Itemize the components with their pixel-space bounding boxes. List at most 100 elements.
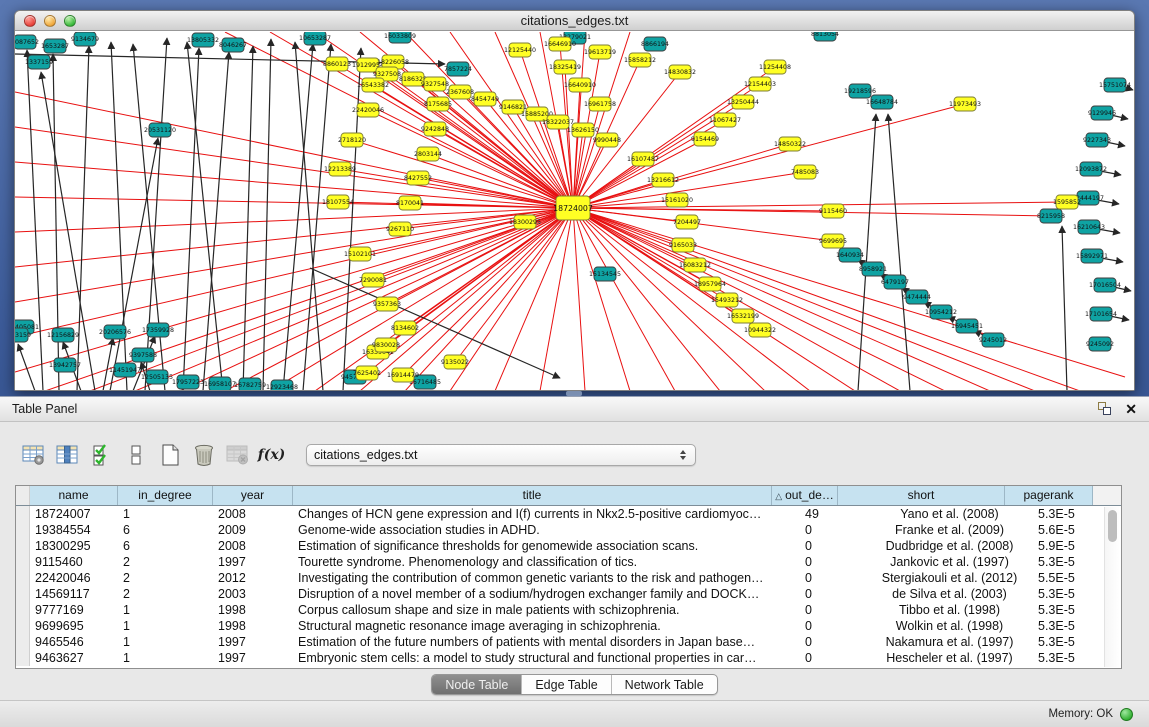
network-node[interactable]: 12213389 xyxy=(324,162,356,176)
network-node[interactable]: 18300295 xyxy=(509,215,541,229)
rows-icon[interactable] xyxy=(122,442,149,469)
table-row[interactable]: 946554611997Estimation of the future num… xyxy=(16,634,1121,650)
network-node[interactable]: 12154403 xyxy=(744,77,776,91)
network-node[interactable]: 8860123 xyxy=(323,57,351,71)
network-node[interactable]: 15858212 xyxy=(624,53,656,67)
table-row[interactable]: 1456911722003Disruption of a novel membe… xyxy=(16,586,1121,602)
network-node[interactable]: 16640910 xyxy=(564,78,596,92)
table-row[interactable]: 977716911998Corpus callosum shape and si… xyxy=(16,602,1121,618)
delete-icon[interactable] xyxy=(190,442,217,469)
network-canvas[interactable]: 2087652165328791346791337159138053328046… xyxy=(15,32,1134,390)
network-node[interactable]: 12156829 xyxy=(47,328,79,342)
table-row[interactable]: 2242004622012Investigating the contribut… xyxy=(16,570,1121,586)
network-node[interactable]: 7290081 xyxy=(359,273,387,287)
network-node[interactable]: 11067427 xyxy=(709,113,741,127)
network-node[interactable]: 16543382 xyxy=(357,78,389,92)
network-node[interactable]: 18957964 xyxy=(694,277,726,291)
network-node[interactable]: 12125440 xyxy=(504,43,536,57)
tab-network-table[interactable]: Network Table xyxy=(612,675,717,694)
network-node[interactable]: 11451947 xyxy=(109,363,141,377)
network-node[interactable]: 9267110 xyxy=(386,222,414,236)
column-header-pagerank[interactable]: pagerank xyxy=(1005,486,1093,505)
minimize-window-button[interactable] xyxy=(44,15,56,27)
network-node[interactable]: 16107487 xyxy=(627,152,659,166)
network-node[interactable]: 10944322 xyxy=(744,323,776,337)
network-node[interactable]: 13805332 xyxy=(187,33,219,47)
network-node[interactable]: 15134545 xyxy=(589,267,621,281)
window-titlebar[interactable]: citations_edges.txt xyxy=(15,11,1134,31)
network-node[interactable]: 16033809 xyxy=(384,32,416,43)
network-node[interactable]: 9245012 xyxy=(979,333,1007,347)
network-node[interactable]: 7857224 xyxy=(444,62,472,76)
column-header-short[interactable]: short xyxy=(838,486,1005,505)
network-node[interactable]: 16961758 xyxy=(584,97,616,111)
network-node[interactable]: 15751074 xyxy=(1099,78,1131,92)
network-node[interactable]: 13942757 xyxy=(49,358,81,372)
network-node[interactable]: 13216612 xyxy=(647,173,679,187)
network-node[interactable]: 11254408 xyxy=(759,60,791,74)
network-node[interactable]: 8046267 xyxy=(219,38,247,52)
network-node[interactable]: 8175685 xyxy=(424,97,452,111)
network-node[interactable]: 8454749 xyxy=(471,92,499,106)
network-node[interactable]: 9242848 xyxy=(421,122,449,136)
network-node[interactable]: 9134679 xyxy=(71,32,99,46)
close-window-button[interactable] xyxy=(24,15,36,27)
column-header-title[interactable]: title xyxy=(293,486,772,505)
network-node[interactable]: 13250444 xyxy=(727,95,759,109)
network-node[interactable]: 9830028 xyxy=(372,338,400,352)
table-row[interactable]: 969969511998Structural magnetic resonanc… xyxy=(16,618,1121,634)
zoom-window-button[interactable] xyxy=(64,15,76,27)
network-node[interactable]: 17359928 xyxy=(142,323,174,337)
network-node[interactable]: 9129946 xyxy=(1088,106,1116,120)
network-node[interactable]: 17101654 xyxy=(1085,307,1117,321)
network-node[interactable]: 2718120 xyxy=(338,133,366,147)
network-node[interactable]: 16646910 xyxy=(544,37,576,51)
network-node[interactable]: 17957223 xyxy=(172,375,204,389)
network-node[interactable]: 1653287 xyxy=(41,39,69,53)
network-node[interactable]: 8958921 xyxy=(859,262,887,276)
network-node[interactable]: 6479197 xyxy=(881,275,909,289)
network-node[interactable]: 7204497 xyxy=(673,215,701,229)
network-node[interactable]: 9135022 xyxy=(441,355,469,369)
network-node[interactable]: 12505135 xyxy=(141,370,173,384)
network-node[interactable]: 16648784 xyxy=(866,95,898,109)
table-selector-dropdown[interactable]: citations_edges.txt xyxy=(306,444,696,466)
network-node[interactable]: 12093872 xyxy=(1075,162,1107,176)
select-all-checks-icon[interactable] xyxy=(88,442,115,469)
network-node[interactable]: 12923468 xyxy=(266,380,298,390)
network-node[interactable]: 20531120 xyxy=(144,123,176,137)
network-node[interactable]: 9227343 xyxy=(1083,133,1111,147)
network-node[interactable]: 8813054 xyxy=(811,32,839,41)
network-node[interactable]: 7625402 xyxy=(353,366,381,380)
network-node[interactable]: 1337159 xyxy=(25,55,53,69)
network-node[interactable]: 16782759 xyxy=(234,378,266,390)
scrollbar-thumb[interactable] xyxy=(1108,510,1117,542)
network-node[interactable]: 8134602 xyxy=(391,321,419,335)
network-node[interactable]: 19218596 xyxy=(844,84,876,98)
network-node[interactable]: 15493212 xyxy=(711,293,743,307)
network-node[interactable]: 16083212 xyxy=(679,258,711,272)
network-node[interactable]: 9154469 xyxy=(691,132,719,146)
network-node[interactable]: 18724007 xyxy=(553,196,593,220)
network-node[interactable]: 19613719 xyxy=(584,45,616,59)
network-node[interactable]: 1640934 xyxy=(836,248,864,262)
table-row[interactable]: 1872400712008Changes of HCN gene express… xyxy=(16,506,1121,522)
close-panel-icon[interactable]: ✕ xyxy=(1125,402,1137,416)
function-builder-icon[interactable]: f(x) xyxy=(258,442,285,469)
network-node[interactable]: 1595852 xyxy=(1053,195,1081,209)
network-node[interactable]: 9165033 xyxy=(669,238,697,252)
float-panel-icon[interactable] xyxy=(1098,402,1113,416)
network-node[interactable]: 8427552 xyxy=(404,171,432,185)
network-node[interactable]: 9397588 xyxy=(129,348,157,362)
table-row[interactable]: 1830029562008Estimation of significance … xyxy=(16,538,1121,554)
table-row[interactable]: 946362711997Embryonic stem cells: a mode… xyxy=(16,650,1121,666)
network-node[interactable]: 16532199 xyxy=(727,309,759,323)
network-node[interactable]: 18107554 xyxy=(322,195,354,209)
new-document-icon[interactable] xyxy=(156,442,183,469)
network-node[interactable]: 16958107 xyxy=(204,377,236,390)
network-node[interactable]: 9990448 xyxy=(593,133,621,147)
table-scrollbar[interactable] xyxy=(1104,507,1120,667)
network-node[interactable]: 11973493 xyxy=(949,97,981,111)
network-node[interactable]: 18325419 xyxy=(549,60,581,74)
network-node[interactable]: 8215958 xyxy=(1037,209,1065,223)
